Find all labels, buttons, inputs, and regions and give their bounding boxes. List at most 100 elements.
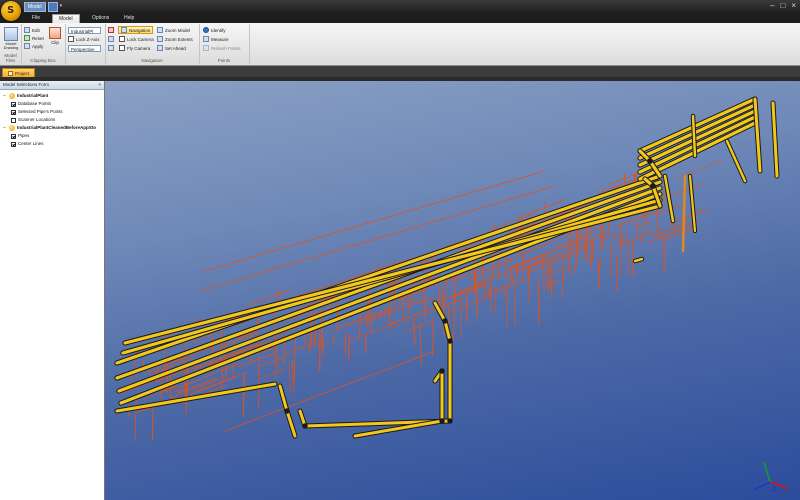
refresh-points-button[interactable]: Refresh Points xyxy=(203,45,241,51)
axis-triad-icon xyxy=(753,461,789,492)
save-icon[interactable] xyxy=(47,2,58,12)
pipe-elbow xyxy=(439,418,445,424)
point-cloud-stroke xyxy=(405,321,432,332)
project-icon xyxy=(8,71,13,76)
model-combo[interactable]: IndustrialPl xyxy=(68,27,101,34)
tree-dataset-node[interactable]: − IndustrialPlant xyxy=(0,92,104,100)
apply-button[interactable]: Apply xyxy=(24,43,43,49)
identify-button[interactable]: Identify xyxy=(203,27,226,33)
navigation-x-button[interactable] xyxy=(108,27,114,33)
zoom-extents-button[interactable]: Zoom Extents xyxy=(157,36,193,42)
point-cloud-stroke xyxy=(512,275,515,283)
set-ahead-button[interactable]: Set Ahead xyxy=(157,45,186,51)
tree-node-label: Database Points xyxy=(18,101,52,106)
point-cloud-stroke xyxy=(413,318,416,345)
qat-dropdown-icon[interactable]: ▾ xyxy=(60,2,63,12)
layer-checkbox[interactable] xyxy=(11,117,16,123)
perspective-combo[interactable]: Perspective xyxy=(68,45,101,52)
tree-dataset-node[interactable]: − IndustrialPlantCleanedBeforeAppSto xyxy=(0,124,104,132)
clip-button[interactable]: Clip xyxy=(49,27,61,45)
navigation-pan-button[interactable] xyxy=(108,36,114,42)
clip-icon xyxy=(49,27,61,39)
pipe xyxy=(433,301,447,323)
edit-button[interactable]: Edit xyxy=(24,27,40,33)
point-cloud-stroke xyxy=(488,285,491,297)
point-cloud-stroke xyxy=(669,208,707,224)
pipe xyxy=(285,409,297,438)
collapse-icon[interactable]: − xyxy=(2,124,7,132)
point-cloud-stroke xyxy=(528,260,531,303)
collapse-icon[interactable]: − xyxy=(2,92,7,100)
reset-button[interactable]: Reset xyxy=(24,35,44,41)
point-cloud-stroke xyxy=(452,283,488,298)
minimize-icon[interactable]: – xyxy=(770,1,774,10)
zoom-model-button[interactable]: Zoom Model xyxy=(157,27,190,33)
tab-options[interactable]: Options xyxy=(86,14,115,23)
layer-checkbox[interactable] xyxy=(11,109,16,115)
point-cloud-stroke xyxy=(261,368,285,379)
model-drawing-button[interactable]: Model Drawing xyxy=(3,27,19,50)
point-cloud-stroke xyxy=(511,256,541,269)
app-logo-icon: S xyxy=(7,5,15,16)
quick-access-toolbar: Model ▾ xyxy=(24,2,62,12)
tree-node-label: Center Lines xyxy=(18,141,44,146)
layer-checkbox[interactable] xyxy=(11,133,16,139)
point-cloud-stroke xyxy=(261,356,286,367)
navigation-icon xyxy=(121,27,127,33)
point-cloud-stroke xyxy=(523,254,525,284)
navigation-button[interactable]: Navigation xyxy=(118,26,154,34)
tab-file[interactable]: File xyxy=(26,14,46,23)
tree-layer-node[interactable]: Database Points xyxy=(0,100,104,108)
ribbon-tab-strip: File Model Options Help xyxy=(0,13,800,24)
measure-button[interactable]: Measure xyxy=(203,36,229,42)
tree-layer-node[interactable]: Selected Pipe's Points xyxy=(0,108,104,116)
panel-close-icon[interactable]: × xyxy=(98,81,104,89)
point-cloud-stroke xyxy=(432,317,434,357)
pan-icon xyxy=(108,36,114,42)
point-cloud-stroke xyxy=(348,333,351,361)
point-cloud-stroke xyxy=(641,229,643,244)
point-cloud-stroke xyxy=(256,318,260,325)
tree-node-label: Selected Pipe's Points xyxy=(18,109,63,114)
point-cloud-stroke xyxy=(410,280,413,307)
point-cloud-stroke xyxy=(546,280,562,287)
maximize-icon[interactable]: □ xyxy=(780,1,785,10)
lock-z-axis-toggle[interactable]: Lock Z-Axis xyxy=(68,36,100,42)
pipe-elbow xyxy=(284,408,290,414)
pipe xyxy=(638,109,757,167)
navigation-orbit-button[interactable] xyxy=(108,45,114,51)
fly-camera-toggle[interactable]: Fly Camera xyxy=(119,45,150,51)
point-cloud-stroke xyxy=(362,308,400,324)
tab-help[interactable]: Help xyxy=(118,14,140,23)
point-cloud-stroke xyxy=(285,339,323,355)
application-menu-button[interactable]: S xyxy=(1,1,21,21)
tree-node-label: IndustrialPlantCleanedBeforeAppSto xyxy=(17,125,97,130)
pipe-riser xyxy=(681,174,687,253)
tree-node-label: Scanner Locations xyxy=(18,117,56,122)
point-cloud-stroke xyxy=(358,310,362,340)
point-cloud-stroke xyxy=(599,258,602,274)
qat-model-button[interactable]: Model xyxy=(24,2,46,12)
pipe-elbow xyxy=(650,183,656,189)
layer-checkbox[interactable] xyxy=(11,101,16,107)
close-icon[interactable]: × xyxy=(791,1,796,10)
dataset-icon xyxy=(9,93,15,99)
point-cloud-stroke xyxy=(449,281,489,298)
panel-header: Model Selections Form × xyxy=(0,81,104,90)
point-cloud-stroke xyxy=(514,280,516,326)
point-cloud-stroke xyxy=(365,307,399,321)
tree-layer-node[interactable]: Center Lines xyxy=(0,140,104,148)
window-controls: – □ × xyxy=(770,1,796,10)
3d-viewport[interactable] xyxy=(105,81,800,500)
group-view: IndustrialPl Lock Z-Axis Perspective xyxy=(65,24,106,64)
set-ahead-icon xyxy=(157,45,163,51)
model-drawing-icon xyxy=(4,27,18,41)
point-cloud-scene[interactable] xyxy=(105,81,800,500)
tree-layer-node[interactable]: Scanner Locations xyxy=(0,116,104,124)
point-cloud-stroke xyxy=(348,322,397,341)
point-cloud-stroke xyxy=(551,234,587,250)
lock-camera-toggle[interactable]: Lock Camera xyxy=(119,36,154,42)
layer-checkbox[interactable] xyxy=(11,141,16,147)
tree-layer-node[interactable]: Pipes xyxy=(0,132,104,140)
point-cloud-stroke xyxy=(575,230,577,261)
